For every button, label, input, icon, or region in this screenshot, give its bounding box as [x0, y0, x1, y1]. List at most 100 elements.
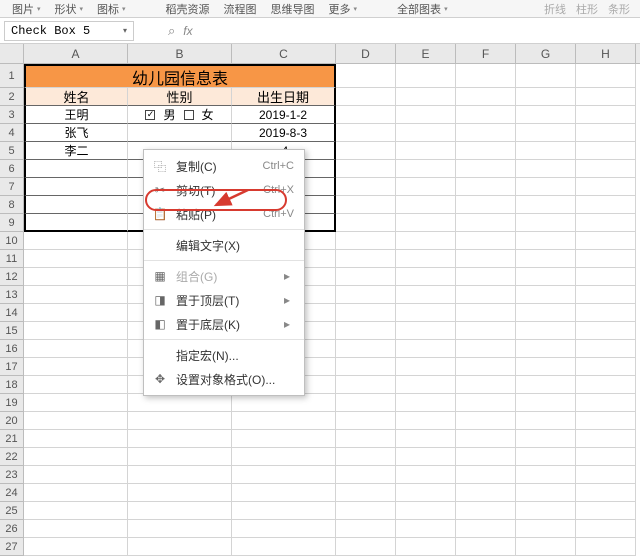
cell[interactable] [24, 394, 128, 412]
cell[interactable] [576, 502, 636, 520]
cell[interactable] [576, 538, 636, 556]
cell[interactable] [516, 358, 576, 376]
cell[interactable] [516, 250, 576, 268]
cell[interactable] [516, 466, 576, 484]
cell[interactable] [336, 178, 396, 196]
table-title[interactable]: 幼儿园信息表 [24, 64, 336, 88]
ribbon-hbar-chart[interactable]: 条形 [608, 1, 630, 17]
cell[interactable] [516, 232, 576, 250]
cell[interactable] [456, 430, 516, 448]
cell-dob[interactable]: 2019-8-3 [232, 124, 336, 142]
cell-dob[interactable]: 2019-1-2 [232, 106, 336, 124]
cell[interactable] [456, 412, 516, 430]
name-box[interactable]: Check Box 5 ▾ [4, 21, 134, 41]
cell[interactable] [128, 520, 232, 538]
row-header[interactable]: 24 [0, 484, 24, 502]
cell[interactable] [24, 196, 128, 214]
cell[interactable] [456, 268, 516, 286]
checkbox-male[interactable] [145, 110, 155, 120]
cell[interactable] [24, 268, 128, 286]
cell[interactable] [128, 412, 232, 430]
cell[interactable] [336, 232, 396, 250]
ctx-item[interactable]: ✥设置对象格式(O)... [144, 367, 304, 391]
cell[interactable] [456, 520, 516, 538]
fx-icon[interactable]: fx [183, 24, 192, 38]
cell[interactable] [336, 358, 396, 376]
cell[interactable] [336, 394, 396, 412]
cell[interactable] [24, 286, 128, 304]
ribbon-link-mindmap[interactable]: 思维导图 [271, 1, 315, 17]
cell[interactable] [576, 304, 636, 322]
cell[interactable] [336, 64, 396, 88]
ribbon-tab-icon[interactable]: 图标▾ [97, 1, 126, 17]
cell[interactable] [576, 88, 636, 106]
cell[interactable] [24, 160, 128, 178]
cell[interactable] [24, 466, 128, 484]
cell[interactable] [128, 502, 232, 520]
cell[interactable] [576, 124, 636, 142]
cell[interactable] [232, 502, 336, 520]
cell[interactable] [456, 106, 516, 124]
cell[interactable] [516, 64, 576, 88]
cell[interactable] [396, 124, 456, 142]
ribbon-link-flowchart[interactable]: 流程图 [224, 1, 257, 17]
cell[interactable] [24, 232, 128, 250]
row-header[interactable]: 14 [0, 304, 24, 322]
name-box-caret-icon[interactable]: ▾ [123, 26, 127, 36]
cell[interactable] [232, 484, 336, 502]
cell[interactable] [336, 538, 396, 556]
cell[interactable] [336, 448, 396, 466]
cell[interactable] [576, 178, 636, 196]
cell[interactable] [576, 412, 636, 430]
cell[interactable] [24, 304, 128, 322]
cell[interactable] [396, 502, 456, 520]
cell[interactable] [232, 466, 336, 484]
cell[interactable] [336, 142, 396, 160]
cell[interactable] [456, 214, 516, 232]
row-header[interactable]: 8 [0, 196, 24, 214]
cell[interactable] [456, 304, 516, 322]
ctx-item[interactable]: ✂剪切(T)Ctrl+X [144, 178, 304, 202]
cell-name[interactable]: 李二 [24, 142, 128, 160]
col-header-A[interactable]: A [24, 44, 128, 63]
row-header[interactable]: 1 [0, 64, 24, 88]
cell-gender[interactable]: 男 女 [128, 106, 232, 124]
cell[interactable] [336, 286, 396, 304]
cell[interactable] [456, 178, 516, 196]
row-header[interactable]: 21 [0, 430, 24, 448]
row-header[interactable]: 22 [0, 448, 24, 466]
row-header[interactable]: 19 [0, 394, 24, 412]
cell[interactable] [456, 88, 516, 106]
cell[interactable] [24, 412, 128, 430]
cell[interactable] [576, 106, 636, 124]
cell[interactable] [576, 322, 636, 340]
row-header[interactable]: 23 [0, 466, 24, 484]
cell[interactable] [576, 394, 636, 412]
cell[interactable] [576, 466, 636, 484]
row-header[interactable]: 18 [0, 376, 24, 394]
cell[interactable] [24, 448, 128, 466]
cell[interactable] [576, 232, 636, 250]
row-header[interactable]: 2 [0, 88, 24, 106]
cell[interactable] [128, 538, 232, 556]
cell[interactable] [128, 430, 232, 448]
col-header-G[interactable]: G [516, 44, 576, 63]
row-header[interactable]: 20 [0, 412, 24, 430]
cell[interactable] [336, 106, 396, 124]
cell[interactable] [576, 64, 636, 88]
ctx-item[interactable]: ◧置于底层(K)▸ [144, 312, 304, 336]
cell[interactable] [396, 484, 456, 502]
cell[interactable] [516, 340, 576, 358]
cell[interactable] [576, 268, 636, 286]
cell[interactable] [232, 412, 336, 430]
cell[interactable] [456, 250, 516, 268]
cell[interactable] [24, 214, 128, 232]
cell[interactable] [24, 322, 128, 340]
cell[interactable] [396, 196, 456, 214]
cell[interactable] [576, 286, 636, 304]
cell[interactable] [456, 232, 516, 250]
cell[interactable] [576, 358, 636, 376]
cell[interactable] [396, 214, 456, 232]
cell[interactable] [516, 160, 576, 178]
cell[interactable] [396, 232, 456, 250]
